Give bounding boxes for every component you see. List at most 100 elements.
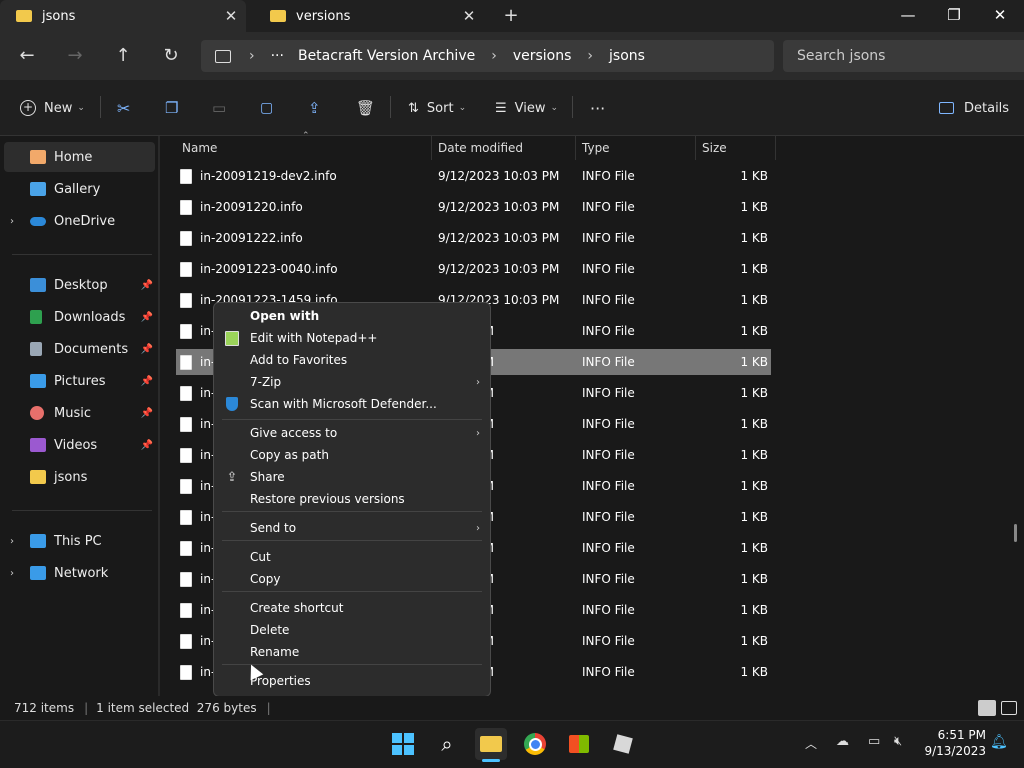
file-name-cell: in-20091223-0040.info	[176, 261, 432, 277]
scrollbar-thumb[interactable]	[1014, 524, 1017, 542]
start-button[interactable]	[387, 728, 419, 760]
new-tab-button[interactable]: +	[500, 6, 522, 28]
minimize-button[interactable]: —	[885, 0, 931, 32]
menu-item-create-shortcut[interactable]: Create shortcut	[214, 597, 490, 619]
menu-item-7zip[interactable]: 7-Zip ›	[214, 371, 490, 393]
tab-versions[interactable]: versions ✕	[254, 0, 484, 32]
menu-item-restore-previous-versions[interactable]: Restore previous versions	[214, 488, 490, 510]
sidebar-item-jsons[interactable]: jsons	[4, 462, 155, 492]
chevron-down-icon: ⌄	[77, 103, 85, 113]
network-tray-icon[interactable]: ▭	[868, 734, 880, 749]
item-count: 712 items	[14, 701, 75, 715]
menu-item-cut[interactable]: Cut	[214, 546, 490, 568]
notification-bell-icon[interactable]: 🔔︎	[990, 734, 1008, 750]
roblox-taskbar-button[interactable]	[607, 728, 639, 760]
share-icon[interactable]: ⇪	[308, 95, 321, 121]
overflow-icon[interactable]: ···	[271, 48, 284, 64]
sidebar-item-downloads[interactable]: Downloads 📌	[4, 302, 155, 332]
back-button[interactable]: ←	[12, 42, 42, 70]
pin-icon[interactable]: 📌	[141, 440, 153, 451]
expand-chevron-icon[interactable]: ›	[4, 536, 20, 547]
pin-icon[interactable]: 📌	[141, 344, 153, 355]
expand-chevron-icon[interactable]: ›	[4, 568, 20, 579]
rename-icon[interactable]: ▢	[260, 95, 273, 121]
delete-icon[interactable]: 🗑	[356, 95, 375, 121]
sidebar-item-this-pc[interactable]: › This PC	[4, 526, 155, 556]
forward-button[interactable]: →	[60, 42, 90, 70]
view-button[interactable]: ☰ View ⌄	[495, 95, 558, 121]
menu-item-send-to[interactable]: Send to ›	[214, 517, 490, 539]
pin-icon[interactable]: 📌	[141, 280, 153, 291]
breadcrumb-item[interactable]: versions	[513, 48, 572, 64]
pane-divider[interactable]	[158, 136, 160, 696]
sidebar-item-network[interactable]: › Network	[4, 558, 155, 588]
onedrive-tray-icon[interactable]: ☁	[836, 734, 849, 749]
pin-icon[interactable]: 📌	[141, 408, 153, 419]
details-view-icon[interactable]	[978, 700, 996, 716]
menu-item-label: Give access to	[250, 426, 338, 440]
menu-item-copy-as-path[interactable]: Copy as path	[214, 444, 490, 466]
tiles-view-icon[interactable]	[1001, 701, 1017, 715]
column-header-size[interactable]: Size	[696, 136, 776, 160]
sidebar-item-desktop[interactable]: Desktop 📌	[4, 270, 155, 300]
menu-item-delete[interactable]: Delete	[214, 619, 490, 641]
refresh-button[interactable]: ↻	[156, 42, 186, 70]
this-pc-icon[interactable]	[215, 49, 231, 63]
tab-jsons[interactable]: jsons ✕	[0, 0, 246, 32]
sidebar-item-pictures[interactable]: Pictures 📌	[4, 366, 155, 396]
close-tab-icon[interactable]: ✕	[454, 7, 484, 25]
menu-item-edit-with-notepad[interactable]: Edit with Notepad++	[214, 327, 490, 349]
sidebar-item-documents[interactable]: Documents 📌	[4, 334, 155, 364]
menu-item-give-access-to[interactable]: Give access to ›	[214, 422, 490, 444]
search-icon[interactable]: ⌕	[431, 728, 463, 760]
search-input[interactable]: Search jsons	[783, 40, 1024, 72]
pin-icon[interactable]: 📌	[141, 376, 153, 387]
menu-item-copy[interactable]: Copy	[214, 568, 490, 590]
chrome-taskbar-button[interactable]	[519, 728, 551, 760]
copy-icon[interactable]: ❐	[165, 95, 178, 121]
close-tab-icon[interactable]: ✕	[216, 7, 246, 25]
expand-chevron-icon[interactable]: ›	[4, 216, 20, 227]
store-taskbar-button[interactable]	[563, 728, 595, 760]
clock[interactable]: 6:51 PM 9/13/2023	[920, 728, 986, 758]
file-row[interactable]: in-20091220.info 9/12/2023 10:03 PM INFO F…	[176, 194, 771, 220]
home-icon	[30, 150, 46, 164]
menu-item-rename[interactable]: Rename	[214, 641, 490, 663]
new-button[interactable]: + New ⌄	[20, 95, 85, 121]
maximize-button[interactable]: ❐	[931, 0, 977, 32]
downloads-icon	[30, 310, 42, 324]
breadcrumb-item[interactable]: jsons	[609, 48, 645, 64]
cut-icon[interactable]: ✂	[117, 95, 130, 121]
menu-item-scan-with-defender[interactable]: Scan with Microsoft Defender...	[214, 393, 490, 415]
sidebar-item-gallery[interactable]: Gallery	[4, 174, 155, 204]
menu-item-label: Cut	[250, 550, 271, 564]
volume-muted-icon[interactable]: 🔇︎	[894, 734, 902, 749]
file-row[interactable]: in-20091222.info 9/12/2023 10:03 PM INFO F…	[176, 225, 771, 251]
column-header-date[interactable]: Date modified	[432, 136, 576, 160]
file-size: 1 KB	[740, 603, 768, 617]
show-hidden-icons-icon[interactable]: ︿	[805, 735, 817, 752]
menu-item-share[interactable]: ⇪ Share	[214, 466, 490, 488]
pin-icon[interactable]: 📌	[141, 312, 153, 323]
file-icon	[180, 509, 192, 525]
sidebar-item-music[interactable]: Music 📌	[4, 398, 155, 428]
more-options-icon[interactable]: ···	[590, 95, 605, 121]
address-bar[interactable]: › ··· Betacraft Version Archive › versio…	[201, 40, 774, 72]
file-row[interactable]: in-20091219-dev2.info 9/12/2023 10:03 PM I…	[176, 163, 771, 189]
file-size: 1 KB	[740, 448, 768, 462]
menu-item-open-with[interactable]: Open with	[214, 305, 490, 327]
submenu-arrow-icon: ›	[476, 522, 480, 534]
breadcrumb-item[interactable]: Betacraft Version Archive	[298, 48, 475, 64]
sidebar-item-videos[interactable]: Videos 📌	[4, 430, 155, 460]
file-explorer-taskbar-button[interactable]	[475, 728, 507, 760]
menu-item-add-to-favorites[interactable]: Add to Favorites	[214, 349, 490, 371]
close-window-button[interactable]: ✕	[977, 0, 1023, 32]
sort-button[interactable]: ⇅ Sort ⌄	[408, 95, 466, 121]
details-button[interactable]: Details	[939, 95, 1009, 121]
sidebar-item-home[interactable]: Home	[4, 142, 155, 172]
paste-icon[interactable]: ▭	[212, 95, 226, 121]
column-header-type[interactable]: Type	[576, 136, 696, 160]
sidebar-item-onedrive[interactable]: › OneDrive	[4, 206, 155, 236]
file-row[interactable]: in-20091223-0040.info 9/12/2023 10:03 PM I…	[176, 256, 771, 282]
up-button[interactable]: ↑	[108, 42, 138, 70]
